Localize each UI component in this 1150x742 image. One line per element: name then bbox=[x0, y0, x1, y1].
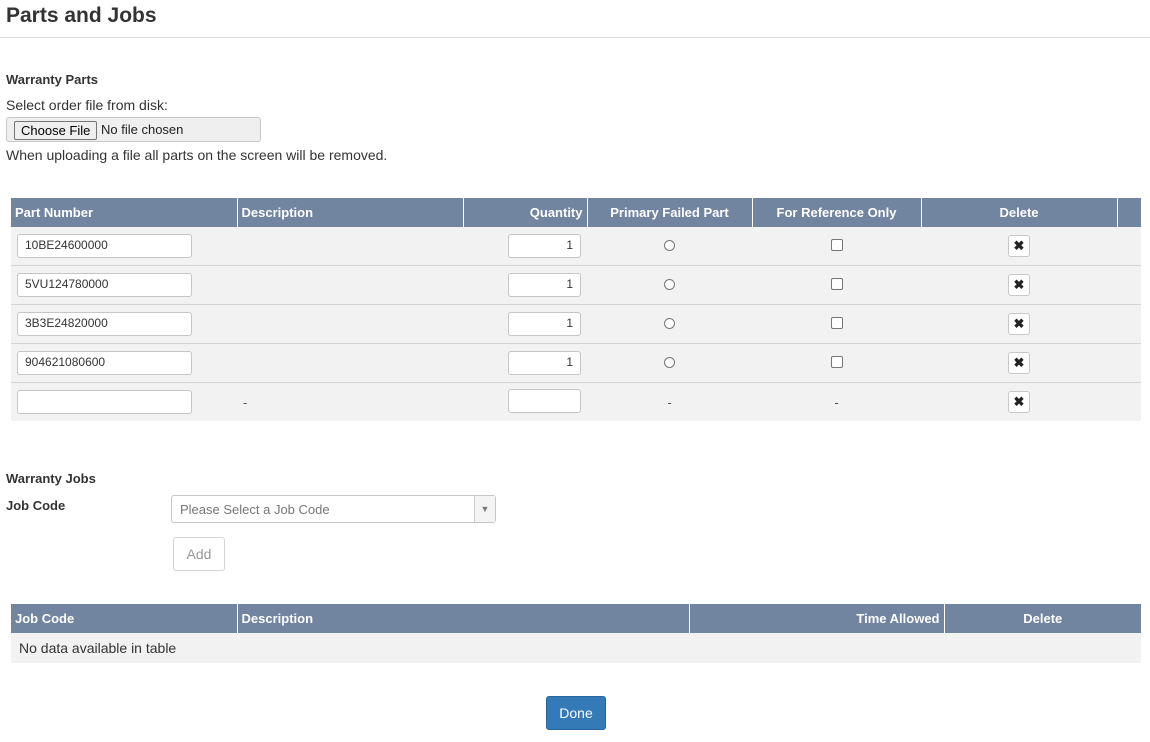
primary-failed-radio[interactable] bbox=[664, 356, 675, 368]
quantity-input[interactable]: 1 bbox=[508, 273, 581, 297]
new-part-number-input[interactable] bbox=[17, 390, 192, 414]
description-cell bbox=[237, 265, 463, 305]
reference-only-checkbox[interactable] bbox=[830, 316, 843, 329]
table-row: 3B3E24820000 1 ✖ bbox=[11, 304, 1141, 344]
table-row: 904621080600 1 ✖ bbox=[11, 343, 1141, 383]
col-delete: Delete bbox=[921, 198, 1118, 227]
file-upload-field[interactable]: Choose File No file chosen bbox=[6, 117, 261, 142]
close-icon: ✖ bbox=[1013, 277, 1025, 292]
primary-failed-radio[interactable] bbox=[664, 278, 675, 290]
col-job-description[interactable]: Description bbox=[237, 604, 690, 633]
col-primary-failed-part[interactable]: Primary Failed Part bbox=[587, 198, 753, 227]
jobs-table-header: Job Code Description Time Allowed Delete bbox=[11, 604, 1141, 633]
job-code-label: Job Code bbox=[6, 498, 66, 513]
delete-row-button[interactable]: ✖ bbox=[1008, 391, 1030, 413]
part-number-input[interactable]: 3B3E24820000 bbox=[17, 312, 192, 336]
warranty-jobs-title: Warranty Jobs bbox=[6, 471, 96, 486]
new-quantity-input[interactable] bbox=[508, 388, 581, 413]
job-code-select-value: Please Select a Job Code bbox=[180, 502, 330, 517]
delete-row-button[interactable]: ✖ bbox=[1008, 313, 1030, 335]
upload-note: When uploading a file all parts on the s… bbox=[6, 147, 388, 163]
chevron-down-icon[interactable]: ▼ bbox=[474, 496, 495, 522]
delete-row-button[interactable]: ✖ bbox=[1008, 235, 1030, 257]
col-time-allowed[interactable]: Time Allowed bbox=[689, 604, 945, 633]
part-number-input[interactable]: 10BE24600000 bbox=[17, 234, 192, 258]
description-cell bbox=[237, 304, 463, 344]
col-job-delete: Delete bbox=[944, 604, 1141, 633]
part-number-input[interactable]: 904621080600 bbox=[17, 351, 192, 375]
table-row-new: - - - ✖ bbox=[11, 382, 1141, 421]
quantity-input[interactable]: 1 bbox=[508, 312, 581, 336]
col-quantity[interactable]: Quantity bbox=[463, 198, 588, 227]
close-icon: ✖ bbox=[1013, 316, 1025, 331]
add-job-button[interactable]: Add bbox=[173, 537, 225, 571]
table-row: 10BE24600000 1 ✖ bbox=[11, 227, 1141, 266]
file-status: No file chosen bbox=[101, 122, 184, 137]
description-cell bbox=[237, 227, 463, 266]
jobs-table: Job Code Description Time Allowed Delete… bbox=[11, 604, 1141, 663]
col-job-code[interactable]: Job Code bbox=[11, 604, 238, 633]
empty-row: No data available in table bbox=[11, 633, 1141, 663]
reference-only-checkbox[interactable] bbox=[830, 355, 843, 368]
done-button[interactable]: Done bbox=[546, 696, 606, 730]
parts-table-header: Part Number Description Quantity Primary… bbox=[11, 198, 1141, 227]
empty-table-message: No data available in table bbox=[11, 633, 1141, 663]
close-icon: ✖ bbox=[1013, 238, 1025, 253]
description-placeholder: - bbox=[243, 394, 248, 410]
description-cell bbox=[237, 343, 463, 383]
upload-label: Select order file from disk: bbox=[6, 97, 168, 113]
primary-failed-radio[interactable] bbox=[664, 239, 675, 251]
col-for-reference-only[interactable]: For Reference Only bbox=[752, 198, 922, 227]
choose-file-button[interactable]: Choose File bbox=[14, 121, 98, 140]
delete-row-button[interactable]: ✖ bbox=[1008, 352, 1030, 374]
parts-table: Part Number Description Quantity Primary… bbox=[11, 198, 1141, 421]
close-icon: ✖ bbox=[1013, 355, 1025, 370]
job-code-select[interactable]: Please Select a Job Code ▼ bbox=[171, 495, 496, 523]
quantity-input[interactable]: 1 bbox=[508, 351, 581, 375]
page-header: Parts and Jobs bbox=[0, 0, 1150, 38]
col-spacer bbox=[1117, 198, 1141, 227]
reference-only-placeholder: - bbox=[834, 394, 839, 410]
quantity-input[interactable]: 1 bbox=[508, 234, 581, 258]
primary-failed-radio[interactable] bbox=[664, 317, 675, 329]
col-description[interactable]: Description bbox=[237, 198, 464, 227]
close-icon: ✖ bbox=[1013, 394, 1025, 409]
page-title: Parts and Jobs bbox=[6, 4, 157, 27]
primary-failed-placeholder: - bbox=[667, 394, 672, 410]
part-number-input[interactable]: 5VU124780000 bbox=[17, 273, 192, 297]
warranty-parts-title: Warranty Parts bbox=[6, 72, 98, 87]
table-row: 5VU124780000 1 ✖ bbox=[11, 265, 1141, 305]
delete-row-button[interactable]: ✖ bbox=[1008, 274, 1030, 296]
col-part-number[interactable]: Part Number bbox=[11, 198, 238, 227]
reference-only-checkbox[interactable] bbox=[830, 277, 843, 290]
reference-only-checkbox[interactable] bbox=[830, 238, 843, 251]
